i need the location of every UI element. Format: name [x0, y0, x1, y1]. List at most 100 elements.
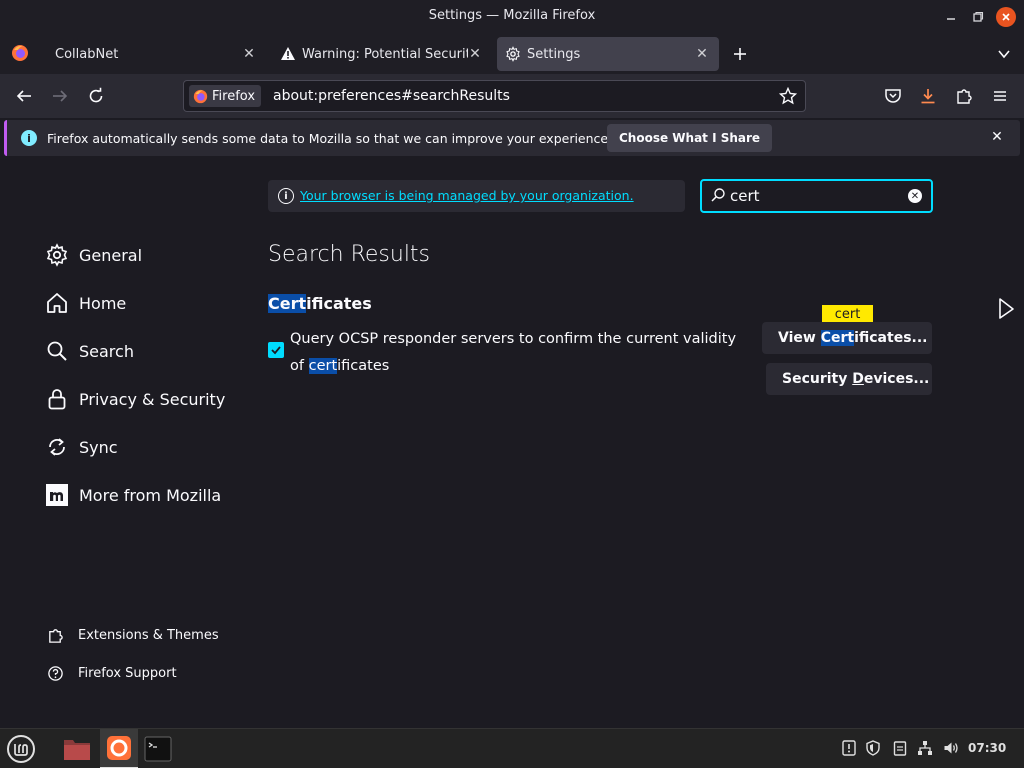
minimize-button[interactable]: [941, 7, 961, 27]
search-icon: [47, 341, 67, 361]
certificates-heading: Certificates: [268, 294, 372, 313]
category-search[interactable]: Search: [45, 337, 134, 365]
category-privacy-security[interactable]: Privacy & Security: [45, 385, 225, 413]
shield-icon[interactable]: [864, 739, 882, 757]
gear-icon: [46, 243, 68, 267]
tab-close-icon[interactable]: ✕: [466, 45, 484, 63]
tab-close-icon[interactable]: ✕: [693, 45, 711, 63]
help-icon: [48, 665, 63, 681]
search-highlight: cert: [308, 358, 338, 374]
bookmark-star-icon[interactable]: [779, 87, 797, 105]
window-titlebar: Settings — Mozilla Firefox: [0, 0, 1024, 34]
firefox-logo-icon: [107, 736, 131, 760]
tab-settings[interactable]: Settings ✕: [497, 37, 719, 71]
terminal-icon: [144, 736, 172, 762]
category-label: General: [79, 245, 143, 265]
close-window-button[interactable]: [996, 7, 1016, 27]
firefox-support-link[interactable]: Firefox Support: [47, 663, 177, 683]
gear-icon: [506, 46, 520, 62]
ocsp-checkbox-label[interactable]: Query OCSP responder servers to confirm …: [290, 326, 740, 380]
policies-notice: i Your browser is being managed by your …: [268, 180, 685, 212]
url-bar[interactable]: Firefox about:preferences#searchResults: [183, 80, 806, 112]
linux-mint-logo-icon: [7, 735, 35, 763]
tab-security-warning[interactable]: Warning: Potential Security Risk Ahead ✕: [270, 37, 492, 71]
search-value: cert: [730, 187, 760, 205]
firefox-logo-icon: [193, 89, 208, 103]
sync-icon: [49, 438, 65, 456]
clear-search-icon[interactable]: ✕: [908, 189, 922, 203]
firefox-taskbar-item[interactable]: [100, 729, 138, 768]
puzzle-icon: [49, 628, 63, 643]
url-text[interactable]: about:preferences#searchResults: [273, 88, 510, 104]
category-label: More from Mozilla: [79, 485, 222, 505]
terminal-taskbar-item[interactable]: [142, 733, 174, 765]
checkmark-icon: [271, 346, 281, 355]
reload-button[interactable]: [84, 84, 108, 108]
warning-icon: [281, 47, 295, 60]
restore-icon: [973, 11, 984, 22]
downloads-button[interactable]: [916, 84, 940, 108]
home-icon: [47, 293, 67, 313]
arrow-left-icon: [16, 90, 31, 102]
notification-message: Firefox automatically sends some data to…: [47, 131, 613, 146]
pocket-icon: [885, 89, 901, 103]
footer-link-label: Firefox Support: [78, 665, 177, 681]
clipboard-icon[interactable]: [891, 739, 909, 757]
tab-label: Settings: [527, 46, 581, 62]
taskbar: 07:30: [0, 728, 1024, 768]
extensions-themes-link[interactable]: Extensions & Themes: [47, 625, 219, 645]
managed-by-organization-link[interactable]: Your browser is being managed by your or…: [300, 188, 634, 203]
forward-button[interactable]: [48, 84, 72, 108]
search-tooltip: cert: [822, 305, 873, 328]
close-icon: [1002, 13, 1010, 21]
category-label: Home: [79, 293, 127, 313]
firefox-view-button[interactable]: [8, 41, 32, 65]
category-sync[interactable]: Sync: [45, 433, 118, 461]
list-all-tabs-button[interactable]: [992, 42, 1016, 66]
volume-icon[interactable]: [942, 739, 960, 757]
folder-icon: [64, 740, 90, 760]
notification-close-icon[interactable]: ✕: [988, 128, 1006, 146]
tab-collabnet[interactable]: CollabNet ✕: [44, 37, 266, 71]
chevron-down-icon: [998, 50, 1010, 59]
mozilla-logo-icon: [46, 484, 68, 506]
tab-close-icon[interactable]: ✕: [240, 45, 258, 63]
pocket-button[interactable]: [881, 84, 905, 108]
maximize-button[interactable]: [968, 7, 988, 27]
info-icon: i: [278, 188, 294, 204]
extensions-button[interactable]: [952, 84, 976, 108]
security-devices-button[interactable]: Security Devices...: [766, 363, 932, 395]
tab-label: CollabNet: [55, 46, 119, 62]
settings-search-input[interactable]: cert ✕: [700, 179, 933, 213]
category-home[interactable]: Home: [45, 289, 126, 317]
minimize-icon: [947, 18, 955, 20]
category-label: Sync: [79, 437, 118, 457]
ocsp-checkbox[interactable]: [268, 342, 284, 358]
category-label: Privacy & Security: [79, 389, 226, 409]
window-title: Settings — Mozilla Firefox: [428, 8, 596, 23]
lock-icon: [48, 389, 66, 410]
category-more-from-mozilla[interactable]: More from Mozilla: [45, 481, 221, 509]
files-taskbar-item[interactable]: [61, 733, 93, 765]
identity-box[interactable]: Firefox: [189, 85, 262, 107]
plus-icon: [734, 48, 746, 60]
clock[interactable]: 07:30: [968, 741, 1006, 755]
reload-icon: [89, 87, 103, 103]
app-menu-button[interactable]: [988, 84, 1012, 108]
start-menu-button[interactable]: [5, 733, 37, 765]
back-button[interactable]: [12, 84, 36, 108]
data-collection-notification: i Firefox automatically sends some data …: [4, 120, 1020, 156]
firefox-logo-icon: [12, 45, 28, 61]
search-highlight: Cert: [820, 330, 855, 346]
download-icon: [921, 89, 935, 104]
hamburger-menu-icon: [994, 91, 1006, 101]
choose-what-i-share-button[interactable]: Choose What I Share: [607, 124, 773, 152]
update-manager-icon[interactable]: [840, 739, 858, 757]
new-tab-button[interactable]: [728, 42, 752, 66]
tab-strip: CollabNet ✕ Warning: Potential Security …: [0, 34, 1024, 74]
view-certificates-button[interactable]: View Cert ificates...: [762, 322, 932, 354]
search-icon: [711, 188, 725, 202]
category-general[interactable]: General: [45, 241, 142, 269]
arrow-right-icon: [53, 90, 68, 102]
network-icon[interactable]: [916, 739, 934, 757]
